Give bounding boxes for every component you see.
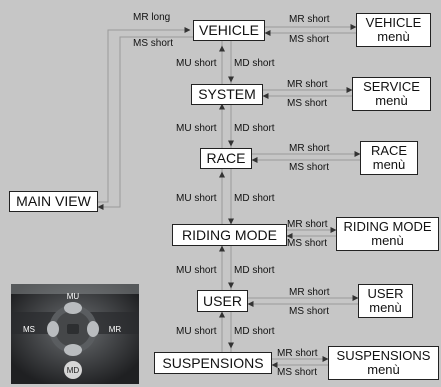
system-mr-short-label: MR short: [287, 79, 328, 90]
md-short-label-5: MD short: [234, 326, 275, 337]
ms-short-main-label: MS short: [133, 38, 174, 49]
mr-callout: MR: [109, 325, 122, 334]
suspensions-menu-box: SUSPENSIONS menù: [328, 346, 439, 380]
suspensions-label: SUSPENSIONS: [162, 354, 264, 371]
vehicle-menu-line2: menù: [377, 29, 410, 44]
riding-mode-menu-box: RIDING MODE menù: [336, 217, 439, 251]
mu-short-label-1: MU short: [176, 58, 217, 69]
vehicle-ms-short-label: MS short: [289, 34, 330, 45]
user-box: USER: [197, 290, 248, 312]
user-ms-short-label: MS short: [289, 306, 330, 317]
race-ms-short-label: MS short: [289, 162, 330, 173]
vehicle-mr-short-label: MR short: [289, 14, 330, 25]
md-button: [64, 344, 82, 356]
main-view-box: MAIN VIEW: [9, 191, 98, 212]
riding-mode-menu-line2: menù: [371, 233, 404, 248]
mr-button: [87, 321, 99, 337]
system-ms-short-label: MS short: [287, 98, 328, 109]
system-label: SYSTEM: [198, 86, 256, 103]
mu-short-label-4: MU short: [176, 265, 217, 276]
user-menu-line2: menù: [369, 300, 402, 315]
suspensions-box: SUSPENSIONS: [154, 352, 272, 374]
race-menu-line2: menù: [372, 157, 406, 172]
race-mr-short-label: MR short: [289, 143, 330, 154]
mu-short-label-2: MU short: [176, 123, 217, 134]
suspensions-mr-short-label: MR short: [277, 348, 318, 359]
md-short-label-4: MD short: [234, 265, 275, 276]
ms-callout: MS: [23, 325, 35, 334]
main-view-label: MAIN VIEW: [16, 193, 91, 210]
service-menu-line2: menù: [375, 93, 408, 108]
mu-button: [64, 302, 82, 314]
vehicle-label: VEHICLE: [199, 22, 259, 39]
system-box: SYSTEM: [191, 84, 263, 105]
vehicle-menu-line1: VEHICLE: [365, 15, 422, 31]
suspensions-menu-line2: menù: [367, 362, 400, 377]
handlebar-controller-illustration: MU MS MR MD: [11, 284, 139, 384]
service-menu-line1: SERVICE: [363, 79, 420, 95]
user-menu-box: USER menù: [358, 284, 413, 318]
user-menu-line1: USER: [367, 286, 404, 302]
race-label: RACE: [206, 150, 246, 167]
riding-mode-ms-short-label: MS short: [287, 238, 328, 249]
riding-mode-menu-line1: RIDING MODE: [343, 219, 432, 235]
suspensions-ms-short-label: MS short: [277, 367, 318, 378]
vehicle-menu-box: VEHICLE menù: [356, 13, 431, 47]
mu-callout: MU: [67, 292, 80, 301]
user-mr-short-label: MR short: [289, 287, 330, 298]
handlebar-controller-photo: MU MS MR MD: [11, 284, 139, 384]
suspensions-menu-line1: SUSPENSIONS: [336, 348, 431, 364]
riding-mode-mr-short-label: MR short: [287, 219, 328, 230]
md-callout: MD: [67, 366, 80, 375]
race-box: RACE: [200, 148, 252, 169]
riding-mode-box: RIDING MODE: [172, 224, 287, 246]
mr-long-label: MR long: [133, 12, 171, 23]
race-menu-box: RACE menù: [360, 141, 418, 175]
riding-mode-label: RIDING MODE: [182, 226, 277, 243]
md-short-label-1: MD short: [234, 58, 275, 69]
md-short-label-3: MD short: [234, 193, 275, 204]
mr-long-connector: [96, 27, 191, 203]
md-short-label-2: MD short: [234, 123, 275, 134]
vehicle-box: VEHICLE: [193, 20, 265, 41]
mu-short-label-5: MU short: [176, 326, 217, 337]
user-label: USER: [203, 292, 242, 309]
mu-short-label-3: MU short: [176, 193, 217, 204]
race-menu-line1: RACE: [370, 143, 408, 159]
ms-button: [47, 321, 59, 337]
service-menu-box: SERVICE menù: [352, 77, 431, 111]
